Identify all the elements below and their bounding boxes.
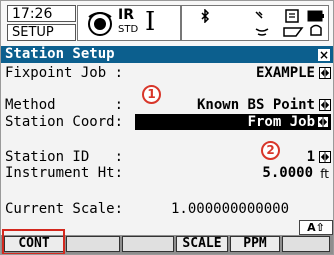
status-time: 17:26 bbox=[7, 5, 76, 22]
method-value[interactable]: Known BS Point bbox=[197, 97, 315, 113]
annotation-marker-1: 1 bbox=[142, 85, 161, 104]
station-coord-label: Station Coord: bbox=[5, 114, 124, 130]
instrument-ht-row[interactable]: Instrument Ht: 5.0000 ft bbox=[1, 165, 333, 181]
softkey-f3[interactable] bbox=[122, 236, 174, 252]
station-coord-field[interactable]: From Job bbox=[135, 114, 331, 130]
station-id-label: Station ID : bbox=[5, 149, 124, 165]
reflector-panel[interactable]: IR STD I bbox=[77, 5, 181, 41]
fixpoint-job-row[interactable]: Fixpoint Job : EXAMPLE bbox=[1, 65, 333, 81]
annotation-marker-2: 2 bbox=[261, 141, 280, 160]
close-icon[interactable]: × bbox=[317, 48, 331, 62]
card-icon bbox=[283, 9, 304, 37]
current-scale-value: 1.000000000000 bbox=[171, 201, 290, 217]
scale-button[interactable]: SCALE bbox=[176, 236, 228, 252]
method-label: Method : bbox=[5, 97, 124, 113]
bluetooth-icon bbox=[201, 9, 210, 23]
current-scale-row: Current Scale: 1.000000000000 bbox=[1, 201, 333, 217]
tilt-indicator: I bbox=[145, 7, 156, 37]
shift-indicator: A⇧ bbox=[299, 220, 333, 235]
left-right-arrows-icon[interactable] bbox=[317, 116, 329, 128]
method-row[interactable]: Method : Known BS Point bbox=[1, 97, 333, 113]
fixpoint-job-label: Fixpoint Job : bbox=[5, 65, 124, 81]
page-title: Station Setup bbox=[5, 46, 115, 62]
station-id-row[interactable]: Station ID : 1 bbox=[1, 149, 333, 165]
left-right-arrows-icon[interactable] bbox=[319, 151, 331, 163]
cont-button-highlight bbox=[2, 229, 65, 254]
instrument-screen: 17:26 SETUP IR STD I Station Setup × Fix… bbox=[0, 0, 334, 255]
instrument-ht-unit: ft bbox=[320, 167, 329, 181]
window-titlebar: Station Setup × bbox=[1, 46, 333, 63]
battery-icon bbox=[307, 10, 324, 36]
left-right-arrows-icon[interactable] bbox=[319, 99, 331, 111]
softkey-f2[interactable] bbox=[66, 236, 120, 252]
status-icons-panel bbox=[181, 5, 329, 41]
reflector-label: IR bbox=[118, 7, 134, 23]
instrument-ht-value[interactable]: 5.0000 bbox=[262, 165, 313, 181]
station-coord-row[interactable]: Station Coord: From Job bbox=[1, 114, 333, 130]
reflector-sub-label: STD bbox=[118, 24, 139, 35]
station-coord-value: From Job bbox=[247, 114, 315, 130]
status-bar: 17:26 SETUP IR STD I bbox=[1, 1, 333, 46]
status-mode: SETUP bbox=[7, 24, 76, 41]
station-id-value[interactable]: 1 bbox=[307, 149, 315, 165]
current-scale-label: Current Scale: bbox=[5, 201, 124, 217]
fixpoint-job-value[interactable]: EXAMPLE bbox=[256, 65, 315, 81]
reflector-prism-icon bbox=[88, 12, 112, 36]
left-right-arrows-icon[interactable] bbox=[319, 67, 331, 79]
radio-signal-icon bbox=[255, 11, 269, 36]
instrument-ht-label: Instrument Ht: bbox=[5, 165, 124, 181]
softkey-f6[interactable] bbox=[282, 236, 330, 252]
ppm-button[interactable]: PPM bbox=[230, 236, 280, 252]
